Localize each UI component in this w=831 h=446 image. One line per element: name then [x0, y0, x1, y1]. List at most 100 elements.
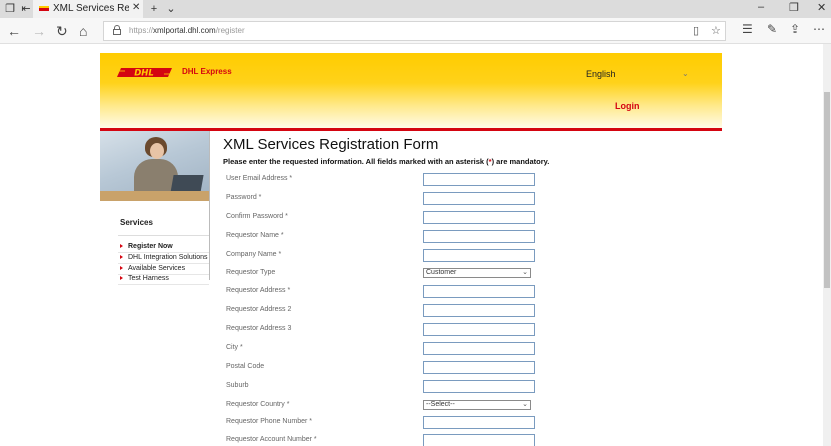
form-row-confirm-password: Confirm Password * — [226, 211, 536, 225]
browser-tab[interactable]: XML Services Registratio ✕ — [33, 0, 143, 18]
browser-navbar: ← → ↻ ⌂ https://xmlportal.dhl.com/regist… — [0, 18, 831, 44]
red-arrow-icon — [120, 255, 123, 259]
field-label: Requestor Address 3 — [226, 325, 292, 332]
sidebar-item-register-now[interactable]: Register Now — [118, 243, 209, 253]
field-label: Password * — [226, 194, 262, 201]
form-row-requestor-country: Requestor Country * --Select-- ⌄ — [226, 399, 536, 413]
sidebar-item-available-services[interactable]: Available Services — [118, 265, 209, 275]
form-row-password: Password * — [226, 192, 536, 206]
field-label: City * — [226, 344, 243, 351]
maximize-icon[interactable]: ❐ — [789, 1, 799, 14]
forward-arrow-icon[interactable]: → — [32, 22, 46, 40]
reading-view-icon[interactable]: ▯ — [693, 24, 699, 37]
field-label: Requestor Address * — [226, 287, 291, 294]
city-field[interactable] — [423, 342, 535, 355]
share-icon[interactable]: ⇪ — [790, 22, 800, 36]
dhl-logo[interactable]: DHL — [117, 68, 172, 77]
window-close-icon[interactable]: ✕ — [817, 1, 826, 14]
company-name-field[interactable] — [423, 249, 535, 262]
customer-service-photo — [100, 131, 209, 201]
scrollbar-thumb[interactable] — [824, 92, 830, 288]
confirm-password-field[interactable] — [423, 211, 535, 224]
form-instructions: Please enter the requested information. … — [223, 157, 550, 166]
refresh-icon[interactable]: ↻ — [56, 22, 68, 40]
address-bar[interactable]: https://xmlportal.dhl.com/register ▯ ☆ — [103, 21, 726, 41]
form-row-company-name: Company Name * — [226, 249, 536, 263]
requestor-country-select[interactable]: --Select-- ⌄ — [423, 400, 531, 410]
requestor-phone-field[interactable] — [423, 416, 535, 429]
login-link[interactable]: Login — [615, 101, 640, 111]
field-label: Confirm Password * — [226, 213, 288, 220]
form-row-requestor-name: Requestor Name * — [226, 230, 536, 244]
back-arrow-icon[interactable]: ← — [7, 22, 21, 40]
services-rule — [118, 235, 209, 236]
sidebar-item-label: Available Services — [128, 265, 186, 272]
tab-title: XML Services Registratio — [53, 3, 129, 14]
field-label: Requestor Country * — [226, 401, 290, 408]
home-icon[interactable]: ⌂ — [79, 22, 87, 40]
tab-list-chevron-icon[interactable]: ⌄ — [164, 2, 178, 16]
page-title: XML Services Registration Form — [223, 136, 439, 153]
more-menu-icon[interactable]: ⋯ — [813, 22, 825, 36]
form-row-requestor-address-3: Requestor Address 3 — [226, 323, 536, 337]
field-label: Requestor Name * — [226, 232, 284, 239]
tab-actions-icon[interactable]: ❐ — [3, 2, 17, 16]
language-select[interactable]: English ⌄ — [586, 69, 690, 83]
form-row-city: City * — [226, 342, 536, 356]
form-row-suburb: Suburb — [226, 380, 536, 394]
language-value: English — [586, 69, 616, 79]
url-text: https://xmlportal.dhl.com/register — [129, 26, 245, 35]
field-label: Postal Code — [226, 363, 265, 370]
red-arrow-icon — [120, 266, 123, 270]
chevron-down-icon: ⌄ — [682, 69, 689, 78]
field-label: Company Name * — [226, 251, 282, 258]
field-label: Requestor Type — [226, 269, 276, 276]
requestor-address-3-field[interactable] — [423, 323, 535, 336]
form-row-user-email: User Email Address * — [226, 173, 536, 187]
requestor-name-field[interactable] — [423, 230, 535, 243]
email-field[interactable] — [423, 173, 535, 186]
form-row-requestor-phone: Requestor Phone Number * — [226, 416, 536, 430]
requestor-address-field[interactable] — [423, 285, 535, 298]
requestor-account-number-field[interactable] — [423, 434, 535, 446]
new-tab-icon[interactable]: + — [147, 2, 161, 16]
services-heading: Services — [120, 218, 153, 227]
field-label: Requestor Phone Number * — [226, 418, 312, 425]
pen-notes-icon[interactable]: ✎ — [767, 22, 777, 36]
close-tab-icon[interactable]: ✕ — [132, 2, 140, 13]
requestor-type-select[interactable]: Customer ⌄ — [423, 268, 531, 278]
field-label: Requestor Address 2 — [226, 306, 292, 313]
sidebar-item-label: DHL Integration Solutions — [128, 254, 208, 261]
page-scrollbar[interactable] — [823, 44, 831, 446]
form-row-requestor-account-number: Requestor Account Number * — [226, 434, 536, 446]
sidebar-item-label: Register Now — [128, 243, 173, 250]
field-label: User Email Address * — [226, 175, 293, 182]
requestor-address-2-field[interactable] — [423, 304, 535, 317]
postal-code-field[interactable] — [423, 361, 535, 374]
form-row-requestor-address: Requestor Address * — [226, 285, 536, 299]
red-arrow-icon — [120, 244, 123, 248]
sidebar-item-test-harness[interactable]: Test Harness — [118, 275, 209, 285]
favorite-star-icon[interactable]: ☆ — [711, 24, 721, 37]
sidebar-divider — [209, 131, 210, 280]
form-row-postal-code: Postal Code — [226, 361, 536, 375]
select-value: --Select-- — [426, 401, 455, 408]
dhl-favicon-icon — [39, 6, 49, 11]
select-value: Customer — [426, 269, 457, 276]
chevron-down-icon: ⌄ — [522, 401, 528, 408]
minimize-icon[interactable]: – — [758, 1, 764, 13]
lock-icon — [113, 25, 121, 35]
field-label: Suburb — [226, 382, 249, 389]
form-row-requestor-type: Requestor Type Customer ⌄ — [226, 267, 536, 281]
password-field[interactable] — [423, 192, 535, 205]
sidebar-item-dhl-integration-solutions[interactable]: DHL Integration Solutions — [118, 254, 209, 264]
field-label: Requestor Account Number * — [226, 436, 317, 443]
browser-tab-strip: ❐ ⇤ XML Services Registratio ✕ + ⌄ – ❐ ✕ — [0, 0, 831, 18]
suburb-field[interactable] — [423, 380, 535, 393]
chevron-down-icon: ⌄ — [522, 269, 528, 276]
site-header: DHL DHL Express English ⌄ Login — [100, 53, 722, 128]
red-arrow-icon — [120, 276, 123, 280]
favorites-list-icon[interactable]: ☰ — [742, 22, 753, 36]
set-tabs-aside-icon[interactable]: ⇤ — [19, 2, 33, 16]
sidebar-item-label: Test Harness — [128, 275, 169, 282]
